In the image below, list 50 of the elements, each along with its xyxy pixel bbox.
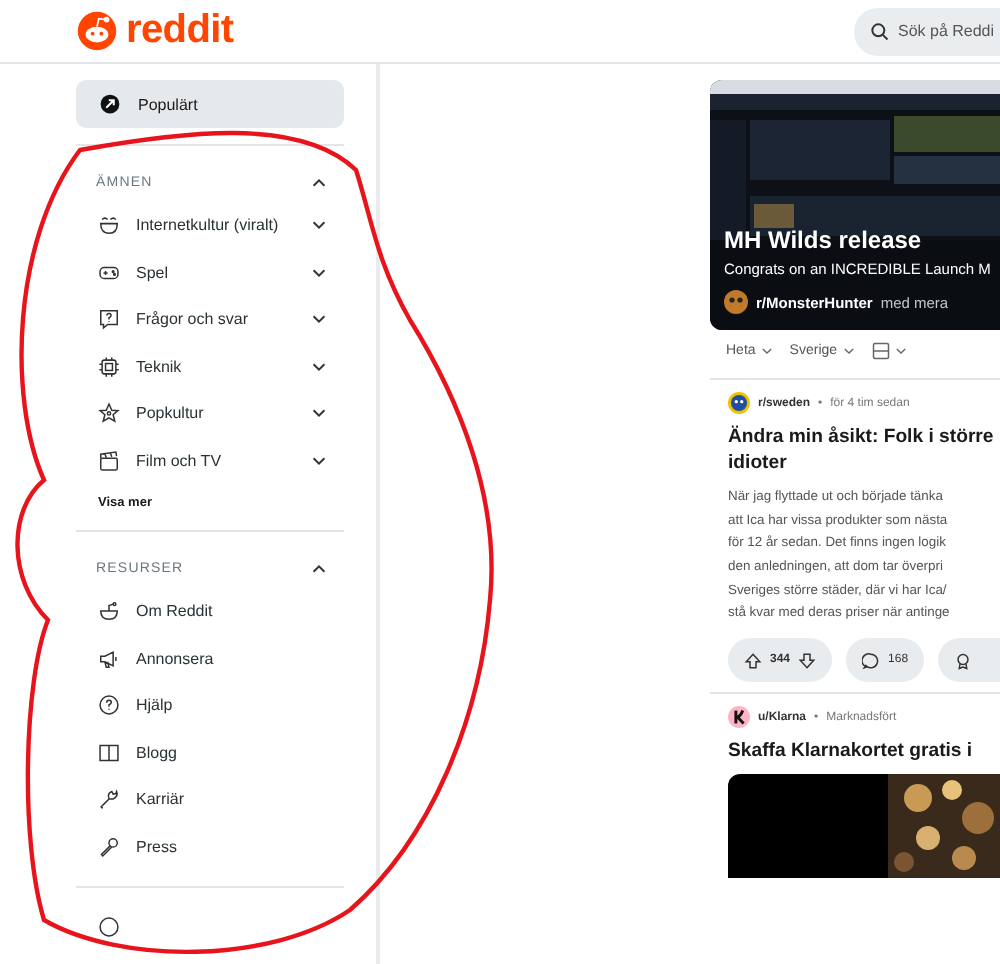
- gamepad-icon: [98, 261, 120, 284]
- clapper-icon: [98, 449, 120, 472]
- post-title[interactable]: Skaffa Klarnakortet gratis i: [728, 740, 1000, 767]
- smile-icon: [98, 214, 120, 237]
- sidebar-item[interactable]: Frågor och svar: [136, 310, 294, 329]
- sidebar-item[interactable]: Popkultur: [136, 404, 294, 423]
- popular-nav-item[interactable]: Populärt: [76, 80, 344, 128]
- sidebar-item[interactable]: Karriär: [136, 790, 328, 809]
- caret-icon: [841, 344, 856, 358]
- view-layout-dropdown[interactable]: [871, 342, 908, 360]
- megaphone-icon: [98, 647, 120, 670]
- sidebar-item[interactable]: Hjälp: [136, 696, 328, 715]
- chevron-icon[interactable]: [310, 404, 328, 423]
- sidebar-item[interactable]: Spel: [136, 263, 294, 282]
- chevron-icon[interactable]: [310, 216, 328, 235]
- advertiser-avatar-icon: [728, 706, 750, 729]
- sidebar-item[interactable]: Press: [136, 837, 328, 856]
- sidebar-item[interactable]: Annonsera: [136, 649, 328, 668]
- upvote-icon[interactable]: [744, 651, 762, 670]
- microphone-icon: [98, 835, 120, 858]
- reddit-logo-icon: [76, 10, 118, 52]
- featured-title: MH Wilds release: [724, 226, 924, 254]
- post-title[interactable]: Ändra min åsikt: Folk i större idioter: [728, 426, 1000, 478]
- question-icon: [98, 694, 120, 717]
- sidebar-item[interactable]: Internetkultur (viralt): [136, 216, 294, 235]
- sidebar-item[interactable]: Blogg: [136, 743, 328, 762]
- downvote-icon[interactable]: [798, 651, 817, 670]
- caret-icon: [759, 344, 774, 358]
- sidebar-item[interactable]: Teknik: [136, 357, 294, 376]
- layout-icon: [871, 342, 890, 360]
- sidebar-item[interactable]: Film och TV: [136, 451, 294, 470]
- award-icon: [954, 651, 973, 670]
- chevron-icon[interactable]: [310, 559, 328, 577]
- sidebar-item[interactable]: Om Reddit: [136, 602, 328, 621]
- community-avatar-icon: [728, 392, 750, 414]
- caret-icon: [893, 344, 908, 358]
- comment-icon: [862, 651, 881, 670]
- chevron-icon[interactable]: [310, 310, 328, 329]
- book-icon: [98, 741, 120, 764]
- chevron-icon[interactable]: [310, 173, 328, 191]
- award-button[interactable]: [938, 638, 1000, 683]
- chip-icon: [98, 355, 120, 378]
- star-icon: [98, 402, 120, 425]
- question-bubble-icon: [98, 308, 120, 331]
- wrench-icon: [98, 788, 120, 811]
- community-avatar-icon: [724, 290, 748, 314]
- trending-arrow-icon: [100, 94, 120, 114]
- circle-icon: [98, 916, 120, 938]
- search-icon: [870, 21, 890, 41]
- search-field[interactable]: Sök på Reddi: [854, 7, 1000, 55]
